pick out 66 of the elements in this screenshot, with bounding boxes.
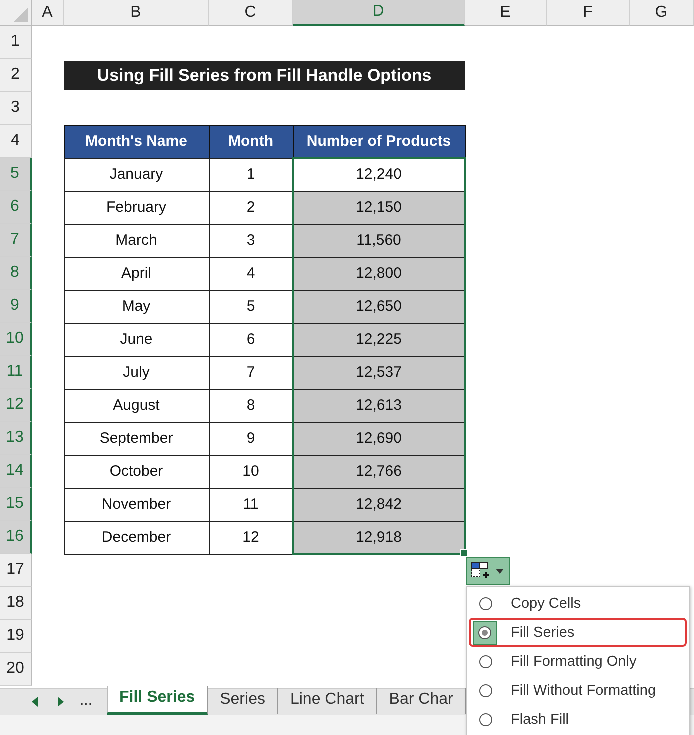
column-header[interactable]: F — [547, 0, 630, 26]
row-header[interactable]: 2 — [0, 59, 32, 92]
table-cell: 12,800 — [292, 256, 466, 290]
table-cell: 12,150 — [292, 190, 466, 224]
row-header[interactable]: 13 — [0, 422, 32, 455]
fill-options-icon — [471, 562, 491, 580]
triangle-icon — [14, 8, 28, 22]
table-cell: 12,650 — [292, 290, 466, 324]
column-header[interactable]: D — [293, 0, 465, 26]
row-header[interactable]: 14 — [0, 455, 32, 488]
previous-sheet-icon[interactable] — [31, 697, 39, 707]
table-cell: 12,225 — [292, 322, 466, 356]
table-cell: December — [64, 520, 210, 554]
column-header[interactable]: A — [32, 0, 64, 26]
table-cell: 12,766 — [292, 454, 466, 488]
row-header[interactable]: 17 — [0, 554, 32, 587]
row-header[interactable]: 9 — [0, 290, 32, 323]
menu-item[interactable]: Fill Without Formatting — [469, 676, 687, 705]
table-header: Month — [208, 124, 294, 158]
menu-item[interactable]: Fill Formatting Only — [469, 647, 687, 676]
radio-button-icon — [479, 712, 493, 726]
menu-item[interactable]: Flash Fill — [469, 705, 687, 734]
table-cell: 11,560 — [292, 224, 466, 258]
sheet-tab[interactable]: Series — [208, 688, 278, 714]
more-sheets[interactable]: ... — [80, 692, 93, 709]
row-header[interactable]: 3 — [0, 92, 32, 125]
row-header[interactable]: 1 — [0, 26, 32, 59]
radio-button-icon — [479, 684, 493, 698]
table-header: Number of Products — [292, 124, 466, 158]
menu-item[interactable]: Fill Series — [469, 618, 687, 647]
row-header[interactable]: 6 — [0, 191, 32, 224]
title-banner: Using Fill Series from Fill Handle Options — [64, 61, 465, 90]
table-header: Month's Name — [64, 124, 210, 158]
column-header[interactable]: G — [630, 0, 694, 26]
table-cell: 12,537 — [292, 356, 466, 390]
radio-button-icon — [479, 654, 493, 668]
column-header[interactable]: B — [64, 0, 209, 26]
radio-button-icon — [478, 626, 492, 640]
row-header[interactable]: 4 — [0, 125, 32, 158]
table-cell: 12,842 — [292, 488, 466, 522]
table-cell: 12,690 — [292, 422, 466, 456]
fill-handle[interactable] — [460, 549, 468, 557]
row-header[interactable]: 12 — [0, 389, 32, 422]
row-header[interactable]: 19 — [0, 620, 32, 653]
table-cell: 12,918 — [292, 520, 466, 554]
table-cell: 12,613 — [292, 388, 466, 422]
row-header[interactable]: 11 — [0, 356, 32, 389]
row-header[interactable]: 5 — [0, 158, 32, 191]
sheet-tab[interactable]: Fill Series — [106, 686, 208, 715]
row-header[interactable]: 18 — [0, 587, 32, 620]
row-header[interactable]: 15 — [0, 488, 32, 521]
row-header[interactable]: 7 — [0, 224, 32, 257]
row-header[interactable]: 16 — [0, 521, 32, 554]
menu-item[interactable]: Copy Cells — [469, 589, 687, 618]
column-header[interactable]: C — [209, 0, 293, 26]
column-header[interactable]: E — [465, 0, 547, 26]
caret-icon — [496, 568, 504, 574]
sheet-tab[interactable]: Line Chart — [278, 688, 378, 714]
row-header[interactable]: 8 — [0, 257, 32, 290]
table-cell: January — [64, 158, 210, 192]
row-header[interactable]: 10 — [0, 323, 32, 356]
next-sheet-icon[interactable] — [57, 697, 65, 707]
radio-button-icon — [479, 596, 493, 610]
auto-fill-options-button[interactable] — [466, 557, 510, 585]
row-header[interactable]: 20 — [0, 653, 32, 686]
sheet-tab[interactable]: Bar Char — [377, 688, 466, 714]
